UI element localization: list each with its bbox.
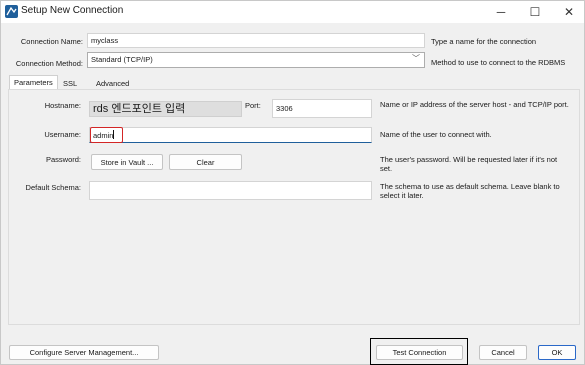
setup-connection-dialog: Setup New Connection ─ ☐ ✕ Connection Na… bbox=[0, 0, 585, 365]
username-value: admin bbox=[93, 131, 114, 140]
default-schema-input[interactable] bbox=[89, 181, 372, 200]
username-hint: Name of the user to connect with. bbox=[380, 130, 492, 139]
minimize-icon: ─ bbox=[496, 5, 506, 19]
hostname-hint: Name or IP address of the server host - … bbox=[380, 100, 569, 109]
password-label: Password: bbox=[45, 155, 81, 164]
port-input[interactable]: 3306 bbox=[272, 99, 372, 118]
connection-method-hint: Method to use to connect to the RDBMS bbox=[431, 58, 566, 67]
username-label: Username: bbox=[44, 130, 81, 139]
connection-method-select[interactable]: Standard (TCP/IP) ﹀ bbox=[87, 52, 425, 68]
close-icon: ✕ bbox=[563, 5, 575, 19]
configure-server-management-button[interactable]: Configure Server Management... bbox=[9, 345, 159, 360]
ok-button[interactable]: OK bbox=[538, 345, 576, 360]
port-label: Port: bbox=[245, 101, 261, 110]
mysql-workbench-icon bbox=[5, 5, 18, 18]
hostname-input[interactable]: rds 엔드포인트 입력 bbox=[89, 101, 242, 117]
connection-name-hint: Type a name for the connection bbox=[431, 37, 537, 46]
maximize-icon: ☐ bbox=[529, 5, 541, 19]
chevron-down-icon: ﹀ bbox=[412, 54, 420, 63]
cancel-button[interactable]: Cancel bbox=[479, 345, 527, 360]
test-connection-button[interactable]: Test Connection bbox=[376, 345, 463, 360]
close-button[interactable]: ✕ bbox=[552, 1, 585, 23]
window-title: Setup New Connection bbox=[21, 5, 124, 16]
store-in-vault-button[interactable]: Store in Vault ... bbox=[91, 154, 163, 170]
connection-method-value: Standard (TCP/IP) bbox=[91, 55, 153, 64]
password-hint: The user's password. Will be requested l… bbox=[380, 155, 558, 173]
username-input[interactable]: admin bbox=[89, 127, 372, 143]
parameters-panel bbox=[8, 89, 580, 325]
connection-name-input[interactable]: myclass bbox=[87, 33, 425, 48]
username-focus-outline: admin bbox=[90, 127, 123, 143]
connection-name-label: Connection Name: bbox=[20, 37, 83, 46]
maximize-button[interactable]: ☐ bbox=[518, 1, 552, 23]
text-caret bbox=[113, 130, 115, 139]
tab-parameters[interactable]: Parameters bbox=[9, 75, 58, 89]
clear-password-button[interactable]: Clear bbox=[169, 154, 242, 170]
hostname-label: Hostname: bbox=[44, 101, 81, 110]
connection-method-label: Connection Method: bbox=[15, 59, 83, 68]
default-schema-hint: The schema to use as default schema. Lea… bbox=[380, 182, 560, 200]
title-bar: Setup New Connection ─ ☐ ✕ bbox=[1, 1, 584, 23]
minimize-button[interactable]: ─ bbox=[484, 1, 518, 23]
default-schema-label: Default Schema: bbox=[25, 183, 81, 192]
